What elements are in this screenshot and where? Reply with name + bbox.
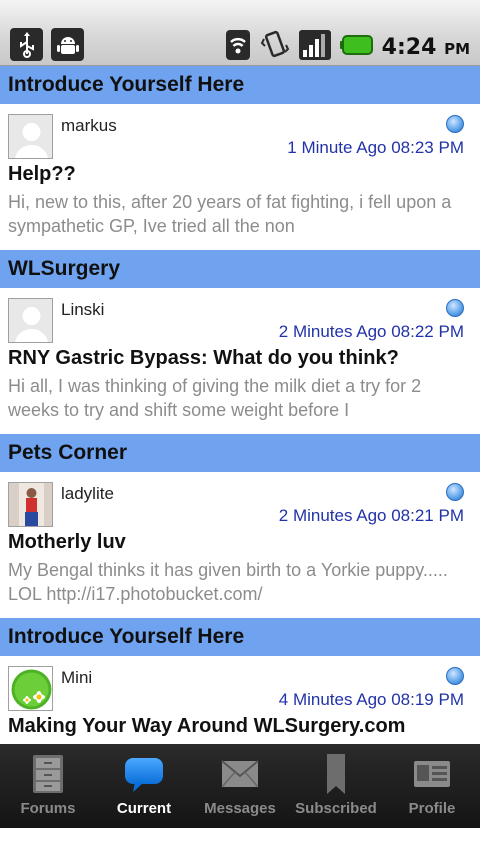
system-icons: 4:24 PM [224,28,470,66]
clock: 4:24 PM [382,35,470,60]
wifi-icon [224,28,252,66]
unread-indicator-icon [446,667,464,685]
topic-item[interactable]: Pets Corner ladylite 2 Minutes Ago 08:21… [0,434,480,618]
default-avatar-icon [9,299,52,342]
avatar[interactable] [8,666,53,711]
topic-title[interactable]: Motherly luv [8,531,126,554]
forum-header[interactable]: Introduce Yourself Here [0,66,480,104]
topic-item[interactable]: Introduce Yourself Here Mini 4 Minutes A… [0,618,480,744]
author-name: Mini [61,668,93,687]
unread-indicator-icon [446,483,464,501]
topic-list[interactable]: Introduce Yourself Here markus 1 Minute … [0,66,480,744]
bookmark-icon [324,752,348,796]
flower-avatar-icon [9,667,52,710]
post-time: 2 Minutes Ago 08:22 PM [278,322,464,341]
topic-title[interactable]: Help?? [8,163,76,186]
post-time: 1 Minute Ago 08:23 PM [287,138,464,157]
tab-subscribed[interactable]: Subscribed [288,744,384,828]
author-name: Linski [61,300,105,319]
topic-title[interactable]: RNY Gastric Bypass: What do you think? [8,347,399,370]
tab-label: Subscribed [295,800,377,817]
status-bar: 4:24 PM [0,0,480,66]
post-time: 4 Minutes Ago 08:19 PM [278,690,464,709]
tab-messages[interactable]: Messages [192,744,288,828]
topic-snippet: My Bengal thinks it has given birth to a… [8,560,448,604]
bottom-tab-bar: Forums Current Messages Subscribed Profi… [0,744,480,828]
author-name: ladylite [61,484,114,503]
signal-icon [298,29,332,65]
tab-label: Messages [204,800,276,817]
topic-item[interactable]: WLSurgery Linski 2 Minutes Ago 08:22 PM … [0,250,480,434]
unread-indicator-icon [446,115,464,133]
cabinet-icon [31,752,65,796]
envelope-icon [220,752,260,796]
tab-profile[interactable]: Profile [384,744,480,828]
speech-bubble-icon [123,752,165,796]
tab-forums[interactable]: Forums [0,744,96,828]
notification-icons [10,28,84,61]
topic-item[interactable]: Introduce Yourself Here markus 1 Minute … [0,66,480,250]
forum-header[interactable]: Pets Corner [0,434,480,472]
default-avatar-icon [9,115,52,158]
tab-label: Profile [408,800,456,817]
author-name: markus [61,116,117,135]
clock-time: 4:24 [381,34,437,60]
user-photo-icon [9,483,52,526]
tab-label: Forums [20,800,76,817]
avatar[interactable] [8,298,53,343]
clock-ampm: PM [444,39,470,58]
usb-icon [10,28,43,61]
topic-title[interactable]: Making Your Way Around WLSurgery.com [8,715,405,738]
id-card-icon [413,752,451,796]
avatar[interactable] [8,114,53,159]
bottom-strip [0,828,480,854]
post-time: 2 Minutes Ago 08:21 PM [278,506,464,525]
battery-icon [339,33,374,61]
vibrate-icon [260,29,290,65]
android-debug-icon [51,28,84,61]
forum-header[interactable]: WLSurgery [0,250,480,288]
topic-snippet: Hi, new to this, after 20 years of fat f… [8,192,452,236]
avatar[interactable] [8,482,53,527]
topic-snippet: Hi all, I was thinking of giving the mil… [8,376,422,420]
tab-current[interactable]: Current [96,744,192,828]
unread-indicator-icon [446,299,464,317]
tab-label: Current [116,800,172,817]
forum-header[interactable]: Introduce Yourself Here [0,618,480,656]
